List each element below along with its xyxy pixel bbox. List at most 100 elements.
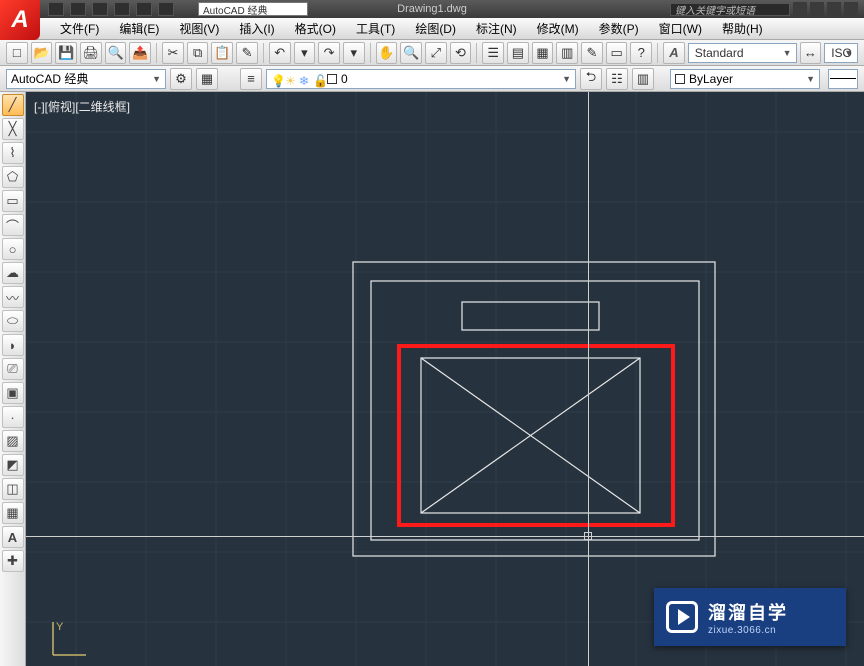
ellipse-arc-tool-icon[interactable]: ◗: [2, 334, 24, 356]
publish-icon[interactable]: 📤: [129, 42, 151, 64]
workspace-settings-icon[interactable]: ⚙: [170, 68, 192, 90]
revcloud-tool-icon[interactable]: ☁: [2, 262, 24, 284]
polygon-tool-icon[interactable]: ⬠: [2, 166, 24, 188]
layer-states-icon[interactable]: ☷: [606, 68, 628, 90]
menu-draw[interactable]: 绘图(D): [405, 18, 466, 39]
ellipse-tool-icon[interactable]: ⬭: [2, 310, 24, 332]
layer-dropdown[interactable]: 💡 ☀ ❄ 🔓 0: [266, 69, 576, 89]
zoom-realtime-icon[interactable]: 🔍: [400, 42, 422, 64]
line-tool-icon[interactable]: ╱: [2, 94, 24, 116]
title-bar: AutoCAD 经典 Drawing1.dwg 键入关键字或短语: [0, 0, 864, 18]
new-icon[interactable]: □: [6, 42, 28, 64]
qat-undo-icon[interactable]: [114, 2, 130, 16]
layer-color-swatch: [327, 74, 337, 84]
exchange-icon[interactable]: [827, 2, 841, 16]
color-dropdown[interactable]: ByLayer: [670, 69, 820, 89]
qat-print-icon[interactable]: [158, 2, 174, 16]
qat-open-icon[interactable]: [70, 2, 86, 16]
text-style-dropdown[interactable]: Standard: [688, 43, 797, 63]
infocenter: 键入关键字或短语: [670, 2, 864, 16]
gradient-tool-icon[interactable]: ◩: [2, 454, 24, 476]
crosshair-horizontal: [26, 536, 864, 537]
menu-view[interactable]: 视图(V): [169, 18, 229, 39]
xline-tool-icon[interactable]: ╳: [2, 118, 24, 140]
match-icon[interactable]: ✎: [236, 42, 258, 64]
ucs-icon: Y: [48, 620, 88, 660]
qat-redo-icon[interactable]: [136, 2, 152, 16]
dim-style-icon[interactable]: ↔: [800, 42, 822, 64]
toolbar-separator: [657, 43, 658, 63]
point-tool-icon[interactable]: ·: [2, 406, 24, 428]
main-area: ╱ ╳ ⌇ ⬠ ▭ ⌒ ○ ☁ 〰 ⬭ ◗ ⎚ ▣ · ▨ ◩ ◫ ▦ A ✚: [0, 92, 864, 666]
undo-dropdown-icon[interactable]: ▾: [294, 42, 316, 64]
zoom-window-icon[interactable]: ⤢: [425, 42, 447, 64]
menu-window[interactable]: 窗口(W): [649, 18, 712, 39]
calc-icon[interactable]: ▭: [606, 42, 628, 64]
undo-icon[interactable]: ↶: [269, 42, 291, 64]
insert-block-tool-icon[interactable]: ⎚: [2, 358, 24, 380]
menu-modify[interactable]: 修改(M): [527, 18, 589, 39]
menu-insert[interactable]: 插入(I): [229, 18, 284, 39]
help-icon[interactable]: [844, 2, 858, 16]
qat-save-icon[interactable]: [92, 2, 108, 16]
polyline-tool-icon[interactable]: ⌇: [2, 142, 24, 164]
color-swatch: [675, 74, 685, 84]
standard-toolbar: □ 📂 💾 🖨 🔍 📤 ✂ ⧉ 📋 ✎ ↶ ▾ ↷ ▾ ✋ 🔍 ⤢ ⟲ ☰ ▤ …: [0, 40, 864, 66]
app-menu-button[interactable]: A: [0, 0, 40, 40]
design-center-icon[interactable]: ▤: [507, 42, 529, 64]
layer-isolate-icon[interactable]: ▥: [632, 68, 654, 90]
cut-icon[interactable]: ✂: [162, 42, 184, 64]
drawing-canvas[interactable]: [-][俯视][二维线框] Y 溜溜自学 zixue.3066.cn: [26, 92, 864, 666]
toolbar-separator: [370, 43, 371, 63]
print-icon[interactable]: 🖨: [80, 42, 102, 64]
autocad-logo-icon: A: [11, 6, 28, 34]
circle-tool-icon[interactable]: ○: [2, 238, 24, 260]
qat-new-icon[interactable]: [48, 2, 64, 16]
menu-edit[interactable]: 编辑(E): [109, 18, 169, 39]
search-icon[interactable]: [793, 2, 807, 16]
draw-toolbar: ╱ ╳ ⌇ ⬠ ▭ ⌒ ○ ☁ 〰 ⬭ ◗ ⎚ ▣ · ▨ ◩ ◫ ▦ A ✚: [0, 92, 26, 666]
tool-palettes-icon[interactable]: ▦: [532, 42, 554, 64]
zoom-prev-icon[interactable]: ⟲: [450, 42, 472, 64]
workspace-save-icon[interactable]: ▦: [196, 68, 218, 90]
spline-tool-icon[interactable]: 〰: [2, 286, 24, 308]
workspace-dropdown-title[interactable]: AutoCAD 经典: [198, 2, 308, 16]
rectangle-tool-icon[interactable]: ▭: [2, 190, 24, 212]
make-block-tool-icon[interactable]: ▣: [2, 382, 24, 404]
menu-file[interactable]: 文件(F): [50, 18, 109, 39]
paste-icon[interactable]: 📋: [211, 42, 233, 64]
menu-tools[interactable]: 工具(T): [346, 18, 405, 39]
document-title: Drawing1.dwg: [397, 3, 467, 15]
properties-icon[interactable]: ☰: [482, 42, 504, 64]
workspace-select-label: AutoCAD 经典: [11, 70, 88, 87]
mtext-tool-icon[interactable]: A: [2, 526, 24, 548]
copy-icon[interactable]: ⧉: [187, 42, 209, 64]
search-input[interactable]: 键入关键字或短语: [670, 3, 790, 16]
table-tool-icon[interactable]: ▦: [2, 502, 24, 524]
sheetset-icon[interactable]: ▥: [556, 42, 578, 64]
redo-dropdown-icon[interactable]: ▾: [343, 42, 365, 64]
menu-dimension[interactable]: 标注(N): [466, 18, 527, 39]
preview-icon[interactable]: 🔍: [105, 42, 127, 64]
dim-style-dropdown[interactable]: ISO: [824, 43, 858, 63]
help-toolbar-icon[interactable]: ?: [630, 42, 652, 64]
layer-prev-icon[interactable]: ⮌: [580, 68, 602, 90]
layer-manager-icon[interactable]: ≡: [240, 68, 262, 90]
region-tool-icon[interactable]: ◫: [2, 478, 24, 500]
save-icon[interactable]: 💾: [55, 42, 77, 64]
open-icon[interactable]: 📂: [31, 42, 53, 64]
pan-icon[interactable]: ✋: [376, 42, 398, 64]
signin-icon[interactable]: [810, 2, 824, 16]
menu-format[interactable]: 格式(O): [285, 18, 346, 39]
menu-parametric[interactable]: 参数(P): [589, 18, 649, 39]
linetype-dropdown[interactable]: [828, 69, 858, 89]
hatch-tool-icon[interactable]: ▨: [2, 430, 24, 452]
arc-tool-icon[interactable]: ⌒: [2, 214, 24, 236]
text-style-icon[interactable]: A: [663, 42, 685, 64]
markup-icon[interactable]: ✎: [581, 42, 603, 64]
menu-help[interactable]: 帮助(H): [712, 18, 773, 39]
redo-icon[interactable]: ↷: [318, 42, 340, 64]
workspace-select[interactable]: AutoCAD 经典: [6, 69, 166, 89]
ucs-y-label: Y: [56, 621, 64, 633]
addselected-tool-icon[interactable]: ✚: [2, 550, 24, 572]
